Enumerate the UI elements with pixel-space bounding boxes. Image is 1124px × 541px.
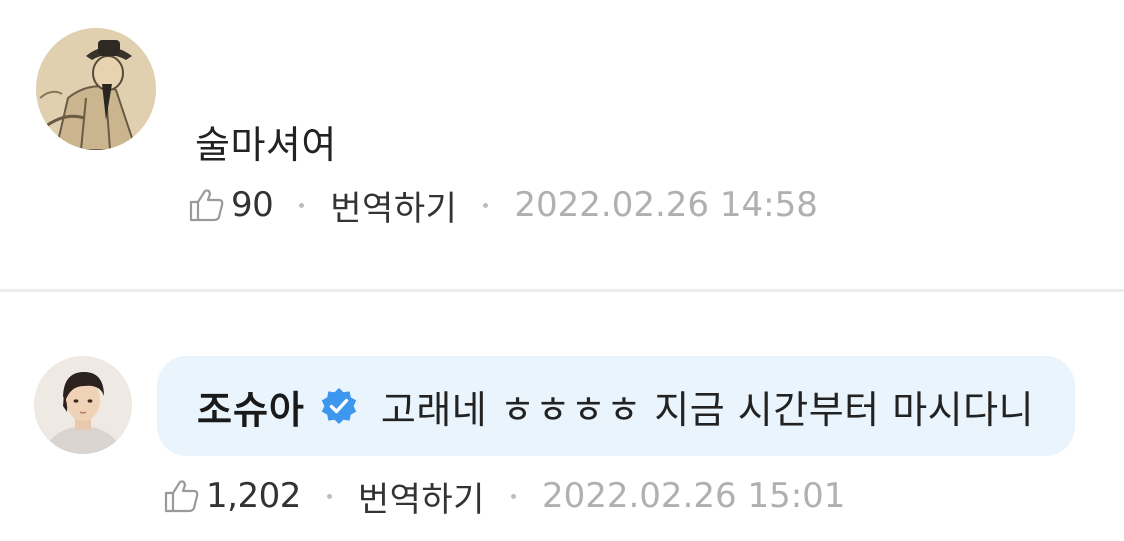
commenter-avatar[interactable]	[36, 28, 156, 150]
comment-timestamp: 2022.02.26 14:58	[514, 185, 818, 225]
separator-dot	[483, 202, 489, 208]
translate-button[interactable]: 번역하기	[330, 181, 457, 230]
reply-meta: 1,202 번역하기 2022.02.26 15:01	[162, 472, 845, 520]
verified-badge-icon	[321, 388, 357, 424]
comment-text: 술마셔여	[195, 123, 337, 167]
like-count: 1,202	[206, 476, 301, 516]
like-count: 90	[231, 185, 274, 225]
thumbs-up-icon	[189, 189, 224, 222]
like-button[interactable]: 1,202	[162, 476, 301, 516]
reply-text: 고래네 ㅎㅎㅎㅎ 지금 시간부터 마시다니	[380, 387, 1035, 432]
separator-dot	[299, 202, 305, 208]
person-photo-avatar-icon	[34, 356, 132, 454]
like-button[interactable]: 90	[187, 185, 274, 225]
separator-dot	[326, 493, 332, 499]
translate-button[interactable]: 번역하기	[358, 472, 485, 521]
reply-bubble: 조슈아 고래네 ㅎㅎㅎㅎ 지금 시간부터 마시다니	[157, 356, 1075, 456]
separator-dot	[510, 493, 516, 499]
comment-divider	[0, 289, 1124, 292]
author-name[interactable]: 조슈아	[197, 379, 305, 434]
thumbs-up-icon	[164, 480, 199, 513]
traditional-painting-avatar-icon	[36, 28, 156, 150]
reply-author-avatar[interactable]	[34, 356, 132, 454]
comment-meta: 90 번역하기 2022.02.26 14:58	[187, 181, 818, 229]
reply-timestamp: 2022.02.26 15:01	[541, 476, 846, 516]
